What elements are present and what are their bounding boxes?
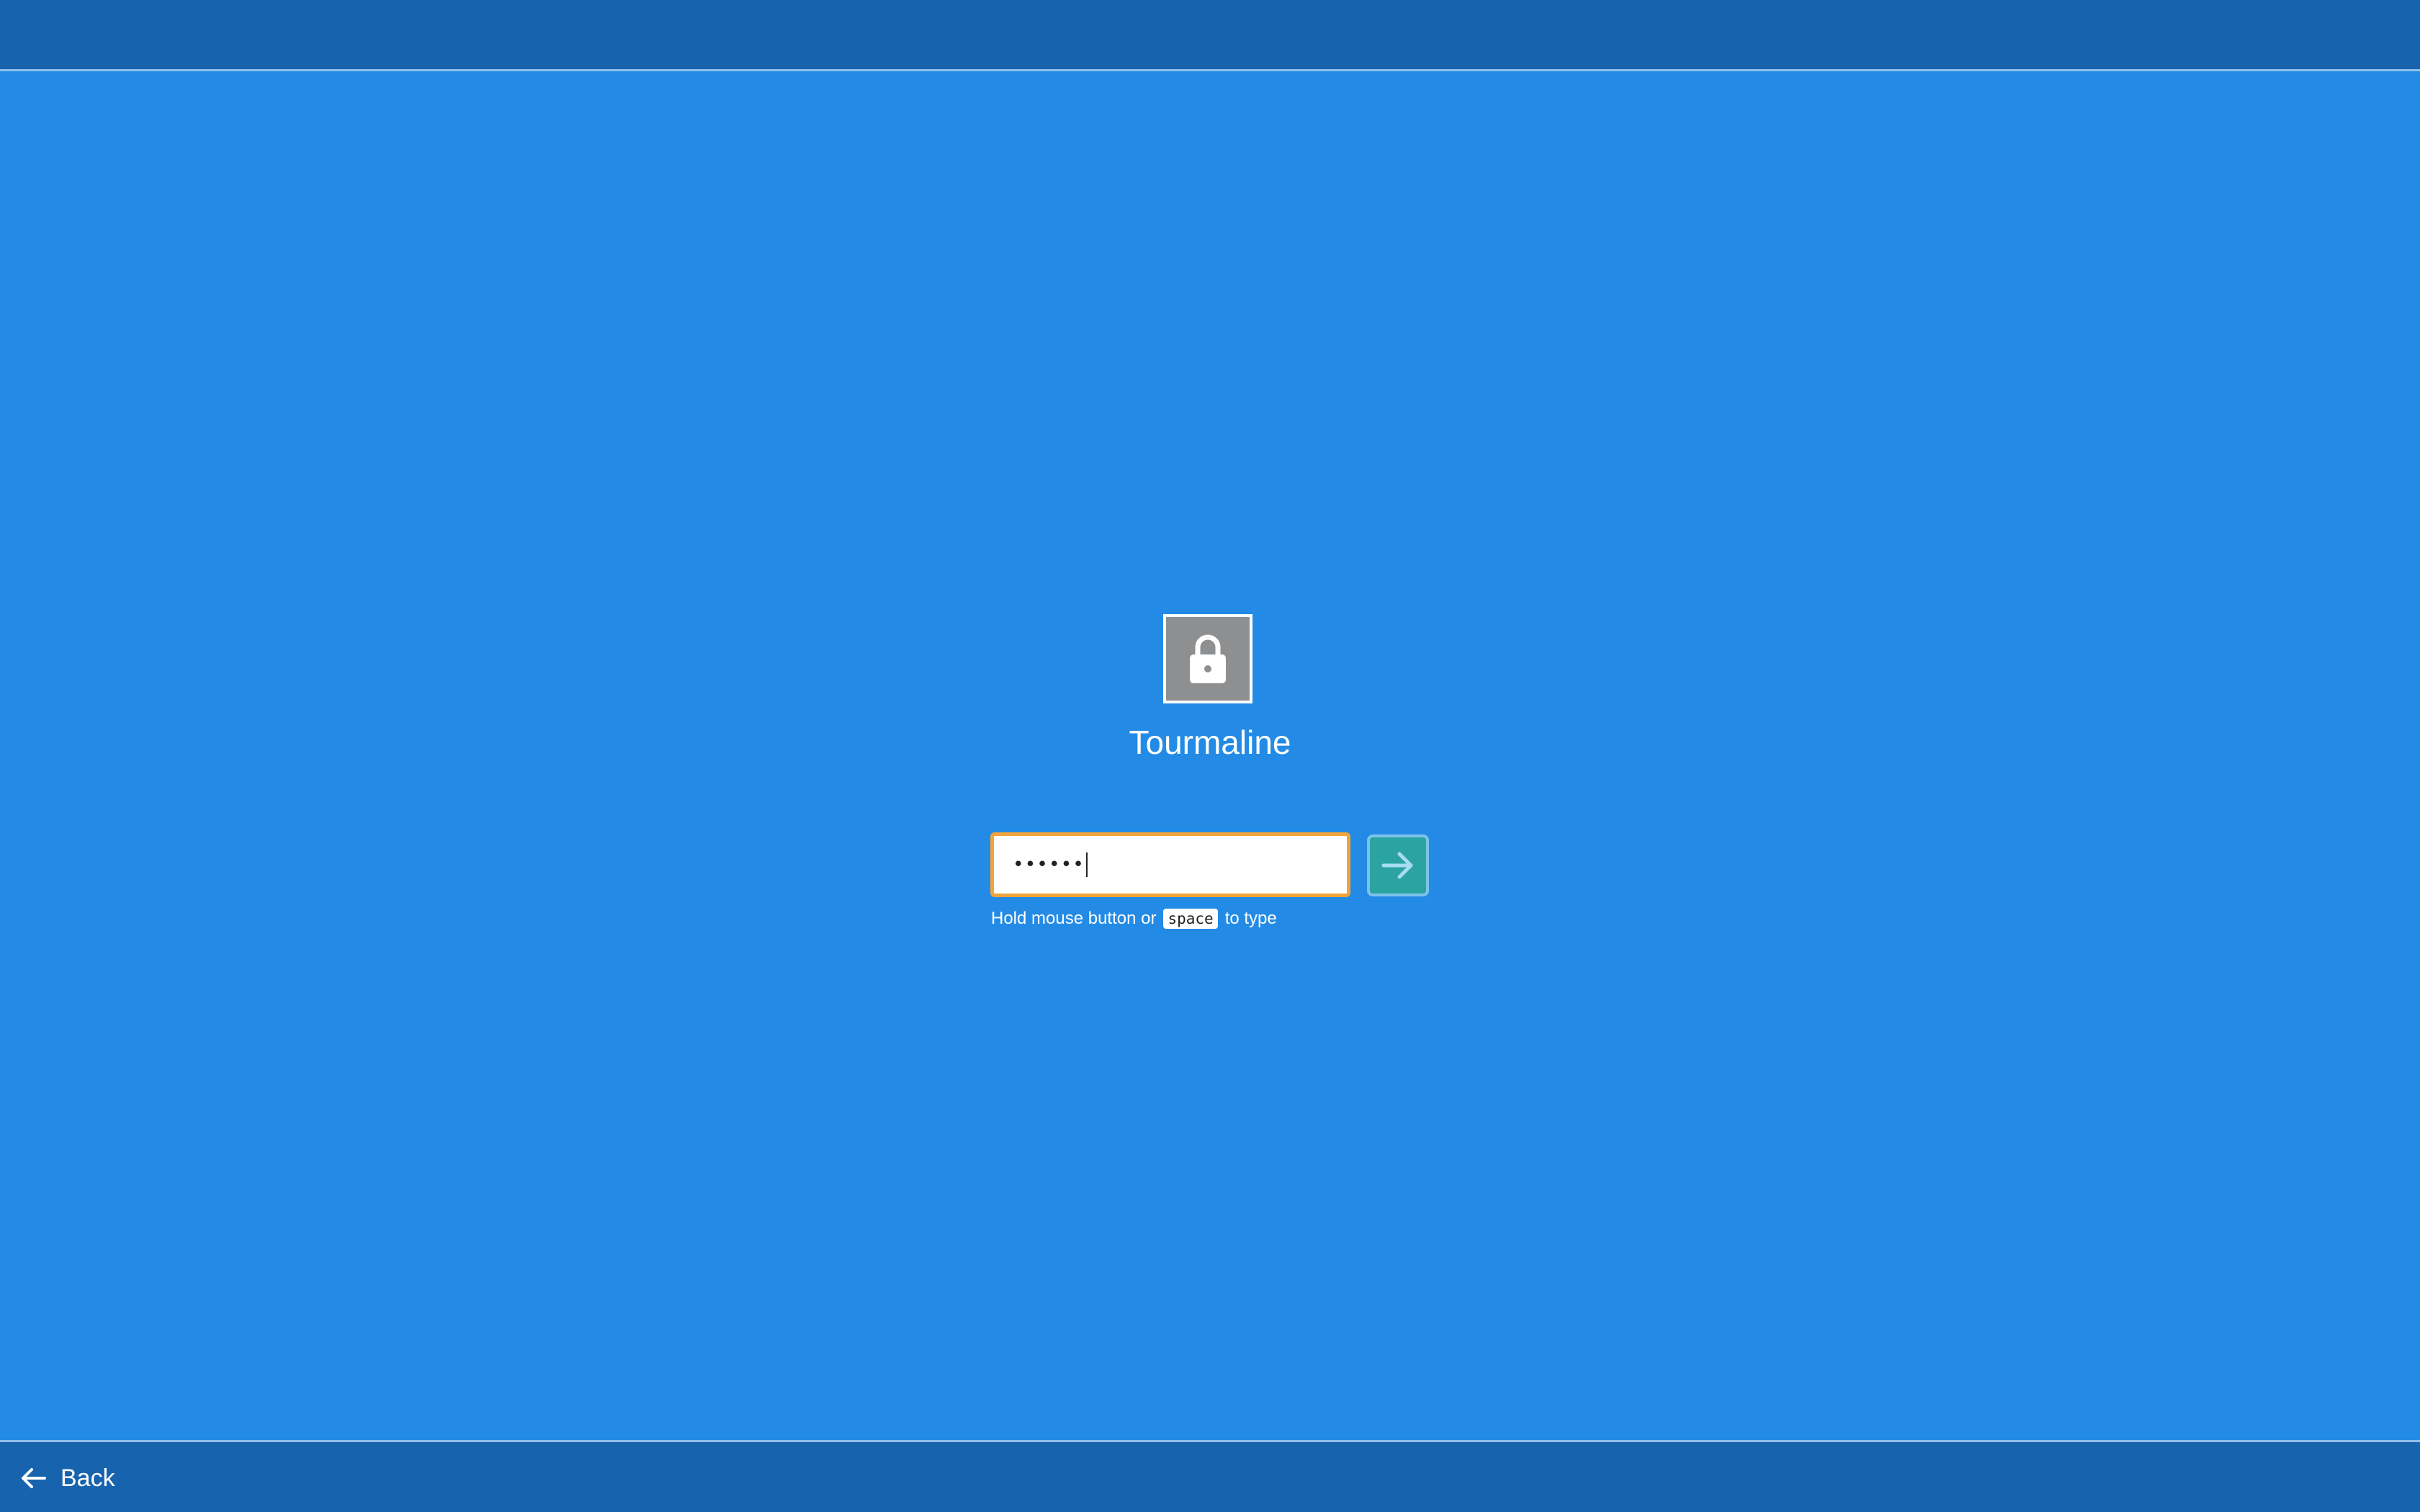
arrow-left-icon: [22, 1468, 46, 1488]
login-screen: Tourmaline •••••• Hold mouse button or s…: [0, 0, 2420, 1512]
submit-button[interactable]: [1367, 834, 1429, 896]
password-masked-value: ••••••: [1013, 854, 1085, 876]
profile-avatar: [1163, 614, 1252, 703]
profile-name: Tourmaline: [1129, 724, 1291, 761]
password-input[interactable]: ••••••: [990, 832, 1350, 897]
hint-suffix: to type: [1224, 909, 1277, 928]
lock-icon: [1190, 634, 1226, 683]
back-button[interactable]: Back: [17, 1459, 115, 1497]
arrow-right-icon: [1381, 852, 1413, 879]
text-caret: [1085, 852, 1088, 877]
typing-hint: Hold mouse button or space to type: [991, 904, 1277, 933]
space-key-badge: space: [1163, 909, 1218, 929]
hint-prefix: Hold mouse button or: [991, 909, 1157, 928]
back-label: Back: [60, 1464, 115, 1492]
bottom-bar: Back: [0, 1440, 2420, 1512]
top-bar: [0, 0, 2420, 71]
